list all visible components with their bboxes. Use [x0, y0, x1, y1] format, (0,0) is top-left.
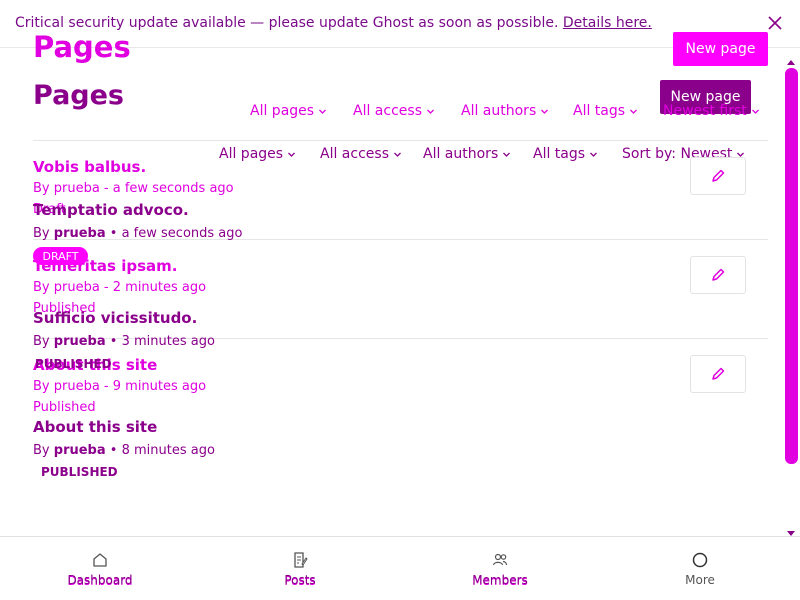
new-page-button[interactable]: New page — [673, 32, 768, 66]
chevron-down-icon — [427, 109, 434, 114]
meta-by: By — [33, 443, 50, 458]
filter-access-label: All access — [353, 103, 422, 119]
meta-time: • 8 minutes ago — [109, 443, 215, 458]
filter-access-label: All access — [320, 146, 389, 162]
page-item-title[interactable]: Sufficio vicissitudo. — [33, 309, 197, 327]
chevron-down-icon — [630, 109, 638, 114]
meta-time: • 3 minutes ago — [109, 334, 215, 349]
page-item-meta: By prueba • 8 minutes ago — [33, 443, 215, 458]
filter-authors-secondary[interactable]: All authors — [423, 146, 511, 162]
close-icon[interactable] — [764, 12, 786, 34]
page-item-title[interactable]: About this site — [33, 418, 157, 436]
page-item-status: Published — [33, 400, 96, 415]
chevron-down-icon — [590, 152, 598, 157]
page-title: Pages — [33, 30, 131, 64]
pencil-icon — [712, 367, 725, 380]
chevron-down-icon — [319, 109, 327, 114]
nav-item-more[interactable]: More — [600, 537, 800, 600]
chevron-down-icon — [751, 109, 759, 114]
filter-type-label: All pages — [250, 103, 315, 119]
filter-type-label: All pages — [219, 146, 284, 162]
filter-authors-label: All authors — [423, 146, 499, 162]
pencil-icon — [712, 169, 725, 182]
nav-label: Posts — [284, 573, 316, 587]
filter-tags[interactable]: All tags — [573, 103, 638, 119]
page-title-secondary: Pages — [33, 80, 124, 111]
meta-author: prueba — [53, 226, 106, 241]
page-item-title[interactable]: Temptatio advoco. — [33, 201, 189, 219]
meta-author: prueba — [53, 443, 106, 458]
filter-tags-secondary[interactable]: All tags — [533, 146, 598, 162]
bottom-nav: Dashboard Dashboard Posts Posts Members … — [0, 536, 800, 600]
chevron-down-icon — [541, 109, 549, 114]
edit-page-button[interactable] — [690, 355, 746, 393]
members-icon — [492, 553, 508, 566]
banner-details-link[interactable]: Details here. — [563, 15, 652, 31]
meta-time: • a few seconds ago — [109, 226, 243, 241]
banner-message-container: Critical security update available — ple… — [15, 15, 652, 31]
edit-page-button[interactable] — [690, 256, 746, 294]
banner-message: Critical security update available — ple… — [15, 15, 559, 31]
nav-label: Members — [472, 573, 528, 587]
nav-label: More — [685, 573, 715, 587]
page-item-meta: By prueba • a few seconds ago — [33, 226, 242, 241]
pencil-icon — [712, 268, 725, 281]
meta-author: prueba — [53, 334, 106, 349]
status-badge: DRAFT — [33, 247, 88, 265]
filter-authors[interactable]: All authors — [461, 103, 549, 119]
edit-page-button[interactable] — [690, 157, 746, 195]
scrollbar-thumb[interactable] — [785, 68, 798, 464]
page-item-meta: By prueba - a few seconds ago — [33, 181, 234, 196]
filter-access[interactable]: All access — [353, 103, 435, 119]
filter-tags-label: All tags — [573, 103, 626, 119]
filter-type-secondary[interactable]: All pages — [219, 146, 296, 162]
filter-sort[interactable]: Newest first — [663, 103, 760, 119]
page-item-meta: By prueba • 3 minutes ago — [33, 334, 215, 349]
meta-by: By — [33, 226, 50, 241]
filter-tags-label: All tags — [533, 146, 586, 162]
posts-icon — [294, 552, 308, 568]
nav-item-members[interactable]: Members Members — [400, 537, 600, 600]
nav-item-posts[interactable]: Posts Posts — [200, 537, 400, 600]
filter-sort-label: Newest first — [663, 103, 747, 119]
status-badge: PUBLISHED — [35, 357, 112, 371]
page-item-meta: By prueba - 9 minutes ago — [33, 379, 207, 394]
divider — [33, 140, 768, 141]
nav-item-dashboard[interactable]: Dashboard Dashboard — [0, 537, 200, 600]
nav-label: Dashboard — [67, 573, 133, 587]
filter-authors-label: All authors — [461, 103, 537, 119]
chevron-down-icon — [394, 152, 401, 157]
meta-by: By — [33, 334, 50, 349]
chevron-down-icon — [288, 152, 296, 157]
home-icon — [93, 553, 107, 567]
scroll-up-arrow[interactable] — [786, 58, 796, 66]
page-item-meta: By prueba - 2 minutes ago — [33, 280, 207, 295]
chevron-down-icon — [503, 152, 511, 157]
filter-type[interactable]: All pages — [250, 103, 327, 119]
more-circle-icon — [692, 552, 708, 568]
page-item-title[interactable]: Vobis balbus. — [33, 158, 146, 176]
status-badge: PUBLISHED — [41, 465, 118, 479]
filter-access-secondary[interactable]: All access — [320, 146, 402, 162]
